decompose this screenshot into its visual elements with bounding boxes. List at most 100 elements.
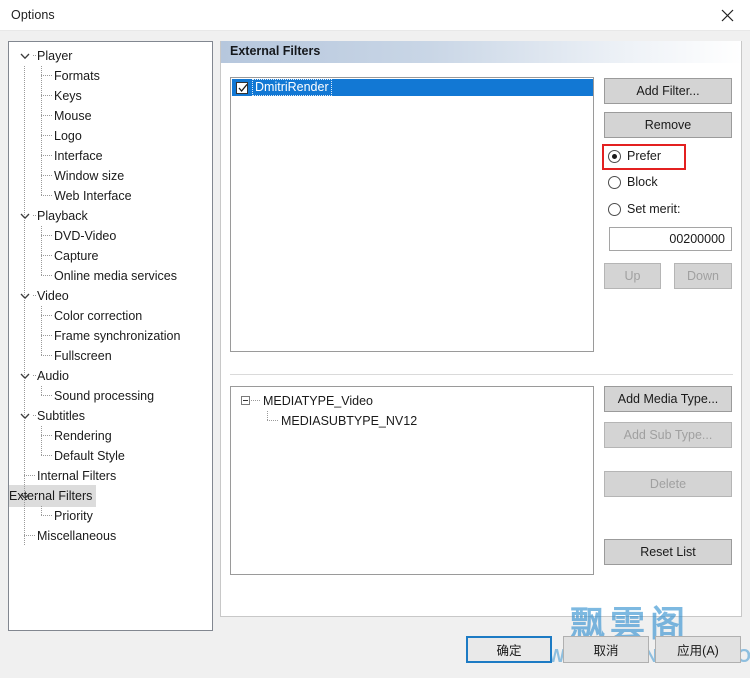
sidebar-item-logo[interactable]: Logo <box>9 126 212 146</box>
ok-button[interactable]: 确定 <box>466 636 552 663</box>
tree-spine-icon <box>24 366 25 386</box>
sidebar-item-label: Internal Filters <box>37 469 117 483</box>
tree-spine-icon <box>24 466 25 486</box>
sidebar-item-keys[interactable]: Keys <box>9 86 212 106</box>
sidebar-item-label: Keys <box>54 89 82 103</box>
sidebar-item-label: Miscellaneous <box>37 529 117 543</box>
settings-tree[interactable]: Player Formats Keys Mouse Logo Interface Windo… <box>8 41 213 631</box>
list-item[interactable]: DmitriRender <box>232 79 593 96</box>
tree-elbow-icon <box>41 146 42 166</box>
checkbox-icon[interactable] <box>236 81 248 94</box>
sidebar-item-interface[interactable]: Interface <box>9 146 212 166</box>
tree-connector-icon <box>41 135 52 136</box>
tree-elbow-icon <box>41 306 42 326</box>
chevron-down-icon[interactable] <box>19 210 31 222</box>
tree-spine-icon <box>24 106 25 126</box>
tree-connector-icon <box>251 400 260 401</box>
tree-spine-icon <box>24 286 25 306</box>
apply-button[interactable]: 应用(A) <box>655 636 741 663</box>
tree-spine-icon <box>24 526 25 546</box>
media-subtype-node[interactable]: MEDIASUBTYPE_NV12 <box>231 411 593 431</box>
sidebar-item-frame-synchronization[interactable]: Frame synchronization <box>9 326 212 346</box>
tree-connector-icon <box>33 295 37 296</box>
sidebar-item-mouse[interactable]: Mouse <box>9 106 212 126</box>
tree-spine-icon <box>24 446 25 466</box>
sidebar-item-label: Priority <box>54 509 93 523</box>
delete-button[interactable]: Delete <box>604 471 732 497</box>
media-type-tree[interactable]: MEDIATYPE_Video MEDIASUBTYPE_NV12 <box>230 386 594 575</box>
tree-connector-icon <box>33 415 37 416</box>
sidebar-item-subtitles[interactable]: Subtitles <box>9 406 212 426</box>
radio-block-label: Block <box>627 175 658 189</box>
sidebar-item-formats[interactable]: Formats <box>9 66 212 86</box>
tree-spine-icon <box>24 226 25 246</box>
chevron-down-icon[interactable] <box>19 50 31 62</box>
add-media-type-button[interactable]: Add Media Type... <box>604 386 732 412</box>
merit-input[interactable] <box>609 227 732 251</box>
media-type-node[interactable]: MEDIATYPE_Video <box>231 391 593 411</box>
sidebar-item-video[interactable]: Video <box>9 286 212 306</box>
move-up-button[interactable]: Up <box>604 263 661 289</box>
sidebar-item-capture[interactable]: Capture <box>9 246 212 266</box>
tree-connector-icon <box>41 395 52 396</box>
tree-connector-icon <box>41 455 52 456</box>
sidebar-item-label: Rendering <box>54 429 112 443</box>
tree-connector-icon <box>24 475 35 476</box>
tree-spine-icon <box>24 246 25 266</box>
add-sub-type-button[interactable]: Add Sub Type... <box>604 422 732 448</box>
radio-set-merit-label: Set merit: <box>627 202 681 216</box>
close-icon[interactable] <box>705 0 750 31</box>
sidebar-item-miscellaneous[interactable]: Miscellaneous <box>9 526 212 546</box>
sidebar-item-dvd-video[interactable]: DVD-Video <box>9 226 212 246</box>
tree-spine-icon <box>24 186 25 206</box>
sidebar-item-label: Logo <box>54 129 82 143</box>
sidebar-item-audio[interactable]: Audio <box>9 366 212 386</box>
tree-elbow-icon <box>41 66 42 86</box>
filter-list[interactable]: DmitriRender <box>230 77 594 352</box>
sidebar-item-color-correction[interactable]: Color correction <box>9 306 212 326</box>
chevron-down-icon[interactable] <box>19 490 31 502</box>
sidebar-item-playback[interactable]: Playback <box>9 206 212 226</box>
collapse-icon[interactable] <box>241 396 250 405</box>
tree-connector-icon <box>41 175 52 176</box>
tree-connector-icon <box>33 495 37 496</box>
reset-list-button[interactable]: Reset List <box>604 539 732 565</box>
tree-spine-icon <box>24 266 25 286</box>
sidebar-item-default-style[interactable]: Default Style <box>9 446 212 466</box>
move-down-button[interactable]: Down <box>674 263 732 289</box>
remove-button[interactable]: Remove <box>604 112 732 138</box>
chevron-down-icon[interactable] <box>19 370 31 382</box>
chevron-down-icon[interactable] <box>19 410 31 422</box>
tree-connector-icon <box>41 235 52 236</box>
radio-block[interactable]: Block <box>608 175 658 189</box>
sidebar-item-priority[interactable]: Priority <box>9 506 212 526</box>
sidebar-item-player[interactable]: Player <box>9 46 212 66</box>
sidebar-item-label: Default Style <box>54 449 125 463</box>
sidebar-item-window-size[interactable]: Window size <box>9 166 212 186</box>
radio-prefer-label: Prefer <box>627 149 662 163</box>
cancel-button[interactable]: 取消 <box>563 636 649 663</box>
tree-elbow-icon <box>41 426 42 446</box>
tree-spine-icon <box>24 486 25 506</box>
sidebar-item-label: Mouse <box>54 109 92 123</box>
tree-spine-icon <box>24 386 25 406</box>
sidebar-item-online-media-services[interactable]: Online media services <box>9 266 212 286</box>
radio-set-merit[interactable]: Set merit: <box>608 202 681 216</box>
sidebar-item-external-filters[interactable]: External Filters <box>9 485 212 507</box>
tree-spine-icon <box>24 86 25 106</box>
sidebar-item-label: Video <box>37 289 69 303</box>
sidebar-item-sound-processing[interactable]: Sound processing <box>9 386 212 406</box>
sidebar-item-internal-filters[interactable]: Internal Filters <box>9 466 212 486</box>
tree-elbow-icon <box>41 86 42 106</box>
sidebar-item-rendering[interactable]: Rendering <box>9 426 212 446</box>
sidebar-item-label: Playback <box>37 209 88 223</box>
tree-spine-icon <box>24 126 25 146</box>
sidebar-item-label: DVD-Video <box>54 229 117 243</box>
sidebar-item-web-interface[interactable]: Web Interface <box>9 186 212 206</box>
sidebar-item-label: Color correction <box>54 309 143 323</box>
sidebar-item-fullscreen[interactable]: Fullscreen <box>9 346 212 366</box>
radio-prefer[interactable]: Prefer <box>608 149 661 163</box>
tree-connector-icon <box>41 95 52 96</box>
chevron-down-icon[interactable] <box>19 290 31 302</box>
add-filter-button[interactable]: Add Filter... <box>604 78 732 104</box>
